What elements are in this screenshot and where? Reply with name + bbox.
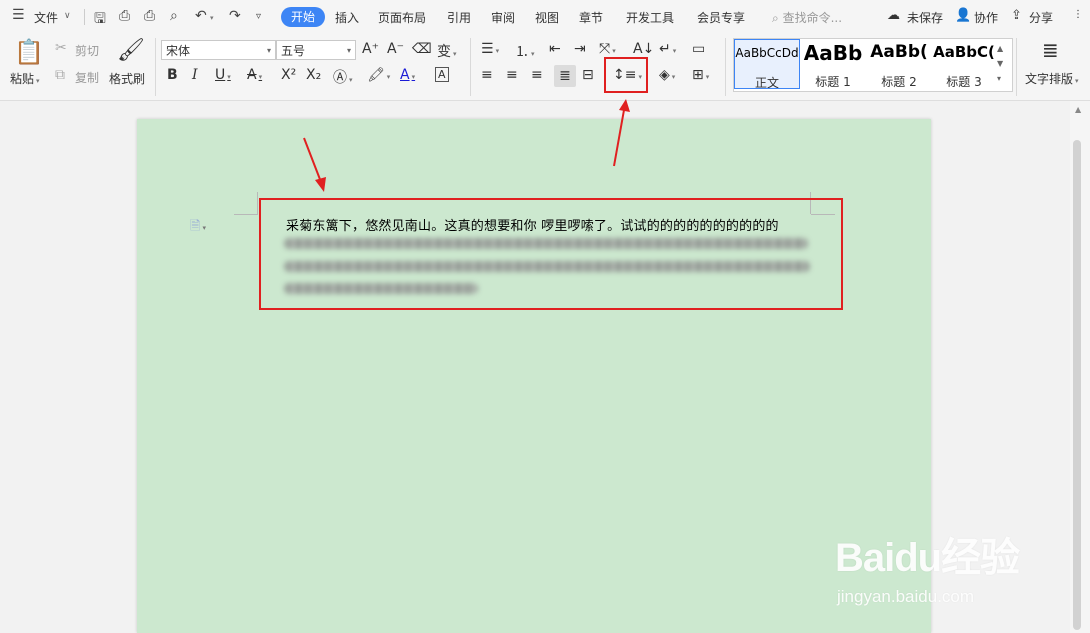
arrow-to-line-spacing-icon: [613, 99, 630, 167]
arrow-to-text-icon: [303, 137, 326, 192]
watermark-url: jingyan.baidu.com: [837, 587, 975, 606]
watermark-brand: Baidu经验: [835, 536, 1020, 580]
baidu-watermark-logo: Baidu经验 jingyan.baidu.com: [835, 515, 1050, 615]
